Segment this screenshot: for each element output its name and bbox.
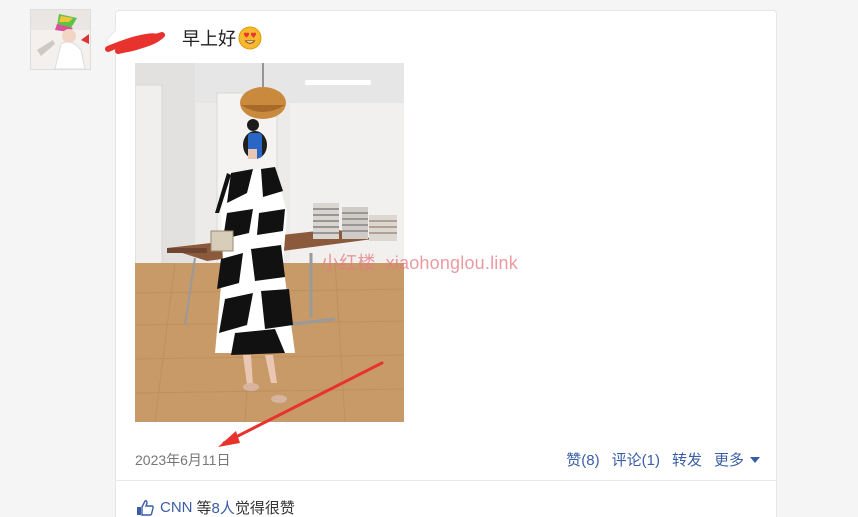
likes-count-link[interactable]: 8人	[212, 497, 235, 517]
caret-down-icon	[750, 456, 760, 463]
watermark-url: xiaohonglou.link	[385, 253, 518, 273]
likes-summary: CNN 等 8人 觉得很赞	[136, 497, 295, 517]
page: 早上好 小红楼 xiaohonglou.link 2023年6月11日 赞(8)…	[0, 0, 858, 517]
like-button[interactable]: 赞(8)	[566, 449, 599, 470]
heart-eyes-emoji-icon	[238, 26, 262, 50]
post-date: 2023年6月11日	[135, 452, 231, 468]
thumbs-up-icon	[137, 499, 154, 516]
liker-link[interactable]: CNN	[160, 499, 193, 516]
more-label: 更多	[713, 452, 744, 469]
divider	[116, 480, 776, 481]
post-text-content: 早上好	[182, 29, 236, 49]
watermark-cn: 小红楼	[321, 253, 376, 273]
post-text: 早上好	[182, 25, 262, 51]
post-actions: 赞(8) 评论(1) 转发 更多	[554, 449, 760, 470]
more-button[interactable]: 更多	[714, 449, 760, 470]
watermark: 小红楼 xiaohonglou.link	[321, 249, 528, 275]
likes-tail-text: 觉得很赞	[234, 500, 295, 517]
likes-mid-text: 等	[196, 500, 212, 517]
redacted-username-scribble	[105, 32, 165, 54]
post-card: 早上好 小红楼 xiaohonglou.link 2023年6月11日 赞(8)…	[105, 10, 777, 517]
avatar[interactable]	[30, 9, 91, 70]
comment-button[interactable]: 评论(1)	[612, 449, 660, 470]
avatar-image	[31, 10, 90, 69]
share-button[interactable]: 转发	[672, 449, 702, 470]
red-arrow-annotation	[218, 361, 384, 447]
